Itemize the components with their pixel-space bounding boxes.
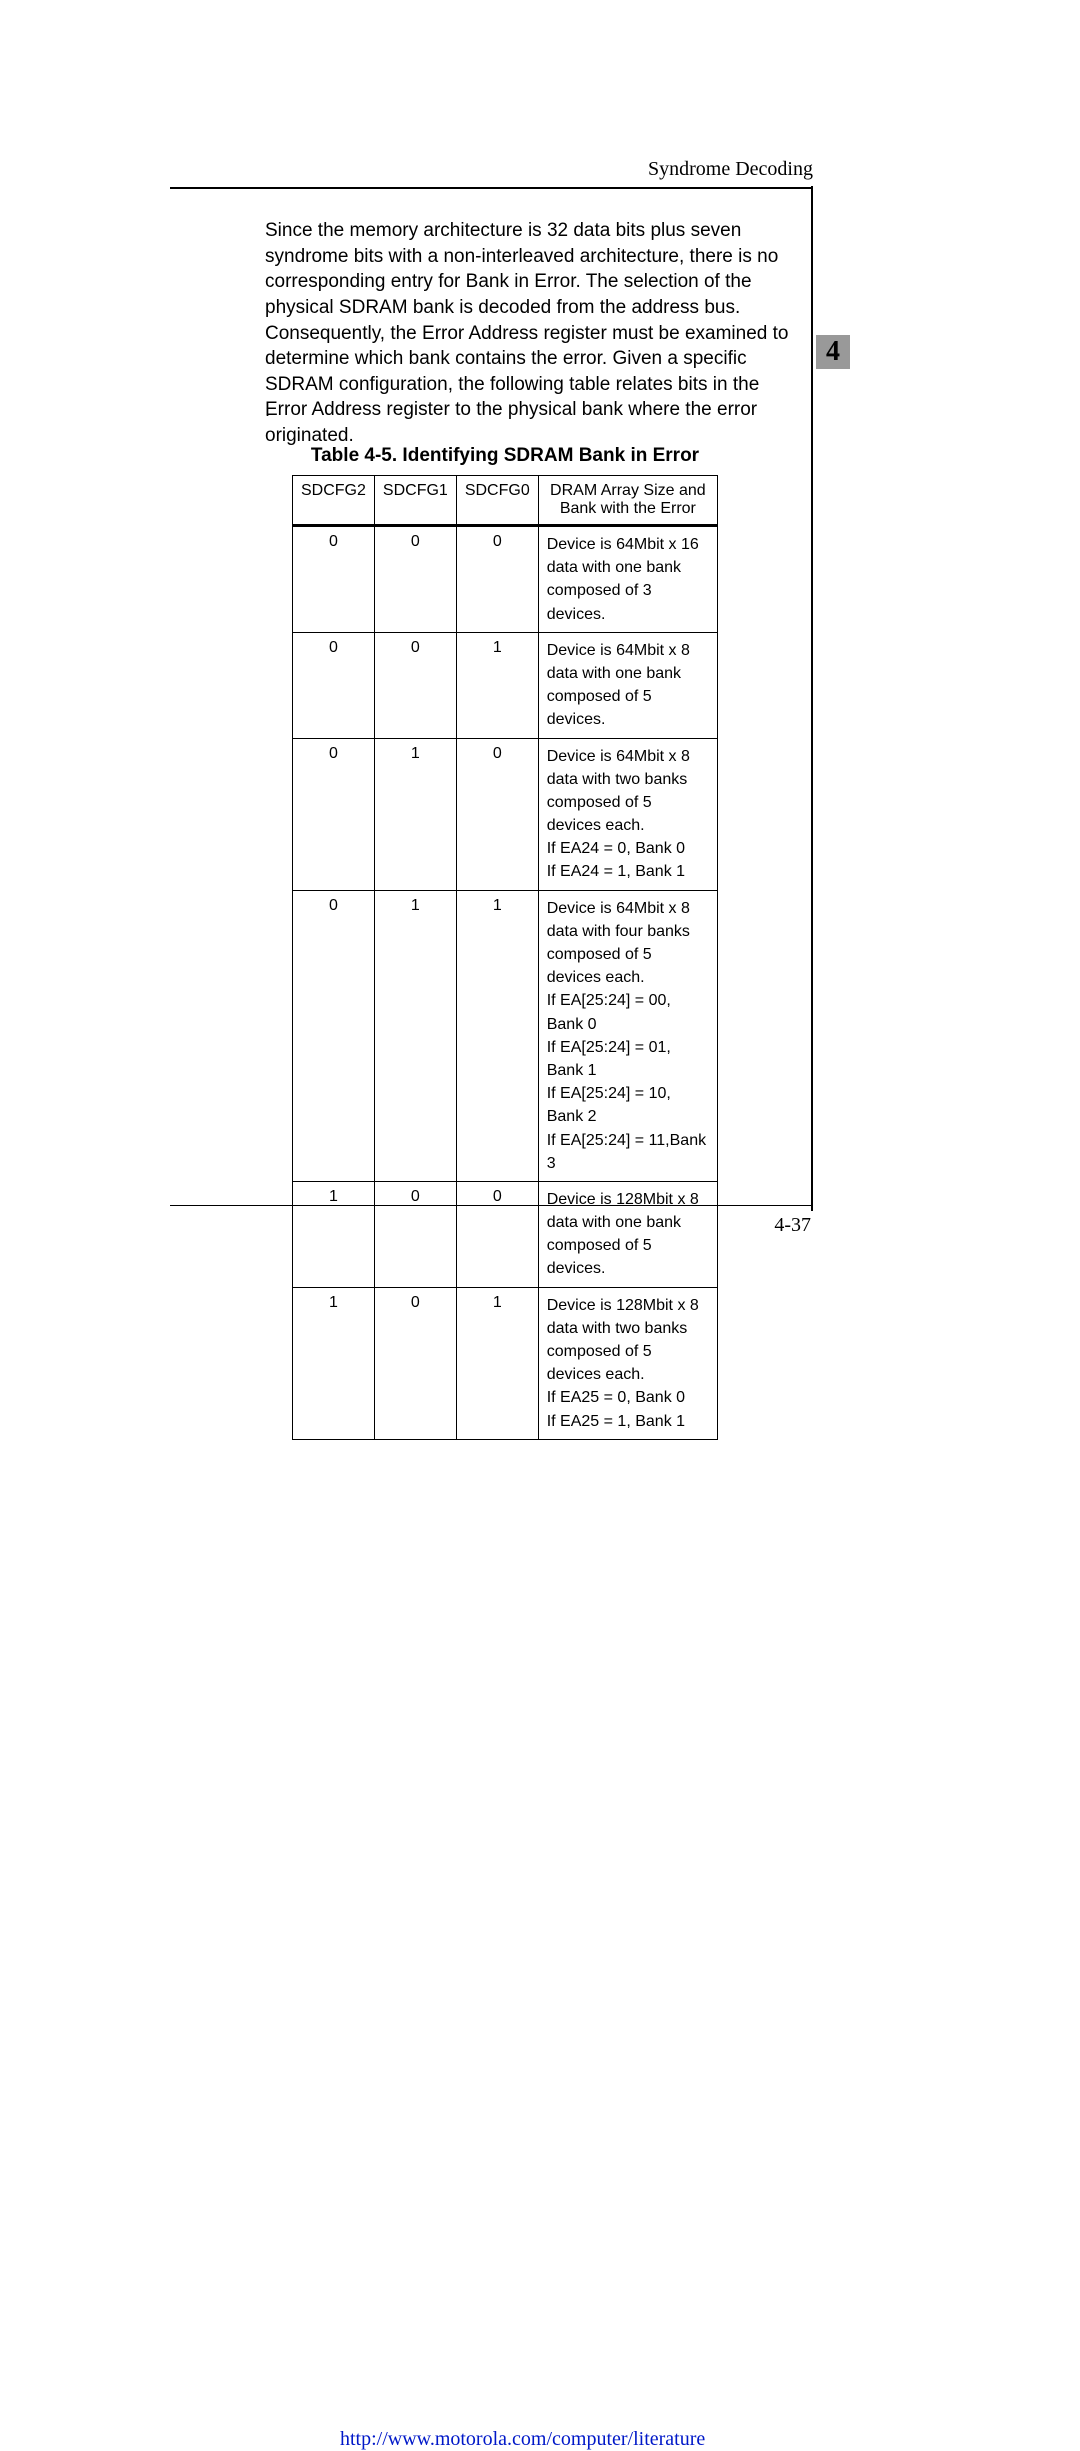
cell-desc: Device is 64Mbit x 16 data with one bank… xyxy=(538,526,717,633)
cell-desc: Device is 64Mbit x 8 data with one bank … xyxy=(538,632,717,738)
cell-sdcfg2: 1 xyxy=(293,1287,375,1439)
page-number: 4-37 xyxy=(774,1214,811,1237)
cell-sdcfg1: 1 xyxy=(374,738,456,890)
desc-line: If EA[25:24] = 01, Bank 1 xyxy=(547,1036,709,1082)
desc-line: If EA[25:24] = 10, Bank 2 xyxy=(547,1082,709,1128)
footer-link[interactable]: http://www.motorola.com/computer/literat… xyxy=(340,2428,705,2451)
desc-line: If EA25 = 1, Bank 1 xyxy=(547,1410,709,1433)
desc-line: Device is 64Mbit x 8 data with four bank… xyxy=(547,897,709,990)
cell-desc: Device is 64Mbit x 8 data with two banks… xyxy=(538,738,717,890)
table-row: 001Device is 64Mbit x 8 data with one ba… xyxy=(293,632,718,738)
footer-rule xyxy=(170,1205,811,1206)
desc-line: If EA25 = 0, Bank 0 xyxy=(547,1386,709,1409)
desc-line: Device is 128Mbit x 8 data with two bank… xyxy=(547,1294,709,1387)
cell-sdcfg2: 0 xyxy=(293,738,375,890)
desc-line: If EA[25:24] = 00, Bank 0 xyxy=(547,989,709,1035)
cell-sdcfg1: 0 xyxy=(374,632,456,738)
table-row: 010Device is 64Mbit x 8 data with two ba… xyxy=(293,738,718,890)
cell-sdcfg2: 0 xyxy=(293,890,375,1181)
table-row: 000Device is 64Mbit x 16 data with one b… xyxy=(293,526,718,633)
table-row: 011Device is 64Mbit x 8 data with four b… xyxy=(293,890,718,1181)
right-margin-bar xyxy=(811,186,813,1211)
sdram-bank-table: SDCFG2 SDCFG1 SDCFG0 DRAM Array Size and… xyxy=(292,475,718,1440)
table-body: 000Device is 64Mbit x 16 data with one b… xyxy=(293,526,718,1440)
desc-line: If EA24 = 0, Bank 0 xyxy=(547,837,709,860)
desc-line: If EA[25:24] = 11,Bank 3 xyxy=(547,1129,709,1175)
desc-line: Device is 64Mbit x 8 data with one bank … xyxy=(547,639,709,732)
cell-desc: Device is 128Mbit x 8 data with two bank… xyxy=(538,1287,717,1439)
body-paragraph: Since the memory architecture is 32 data… xyxy=(265,218,805,449)
desc-line: Device is 64Mbit x 8 data with two banks… xyxy=(547,745,709,838)
table-row: 101Device is 128Mbit x 8 data with two b… xyxy=(293,1287,718,1439)
cell-sdcfg1: 0 xyxy=(374,526,456,633)
stray-period: . xyxy=(265,400,270,421)
desc-line: If EA24 = 1, Bank 1 xyxy=(547,860,709,883)
footer: http://www.motorola.com/computer/literat… xyxy=(170,1214,811,1237)
cell-sdcfg2: 0 xyxy=(293,526,375,633)
cell-sdcfg0: 0 xyxy=(456,526,538,633)
page: Syndrome Decoding 4 Since the memory arc… xyxy=(0,0,1080,1397)
section-header: Syndrome Decoding xyxy=(170,158,813,189)
cell-sdcfg0: 1 xyxy=(456,890,538,1181)
cell-sdcfg0: 1 xyxy=(456,1287,538,1439)
col-sdcfg2: SDCFG2 xyxy=(293,476,375,526)
cell-sdcfg1: 1 xyxy=(374,890,456,1181)
cell-sdcfg2: 0 xyxy=(293,632,375,738)
chapter-tab: 4 xyxy=(816,335,850,369)
table-caption: Table 4-5. Identifying SDRAM Bank in Err… xyxy=(292,445,718,467)
cell-sdcfg0: 1 xyxy=(456,632,538,738)
cell-sdcfg1: 0 xyxy=(374,1287,456,1439)
desc-line: Device is 64Mbit x 16 data with one bank… xyxy=(547,533,709,626)
col-desc: DRAM Array Size and Bank with the Error xyxy=(538,476,717,526)
col-sdcfg0: SDCFG0 xyxy=(456,476,538,526)
table-header-row: SDCFG2 SDCFG1 SDCFG0 DRAM Array Size and… xyxy=(293,476,718,526)
col-sdcfg1: SDCFG1 xyxy=(374,476,456,526)
cell-desc: Device is 64Mbit x 8 data with four bank… xyxy=(538,890,717,1181)
cell-sdcfg0: 0 xyxy=(456,738,538,890)
